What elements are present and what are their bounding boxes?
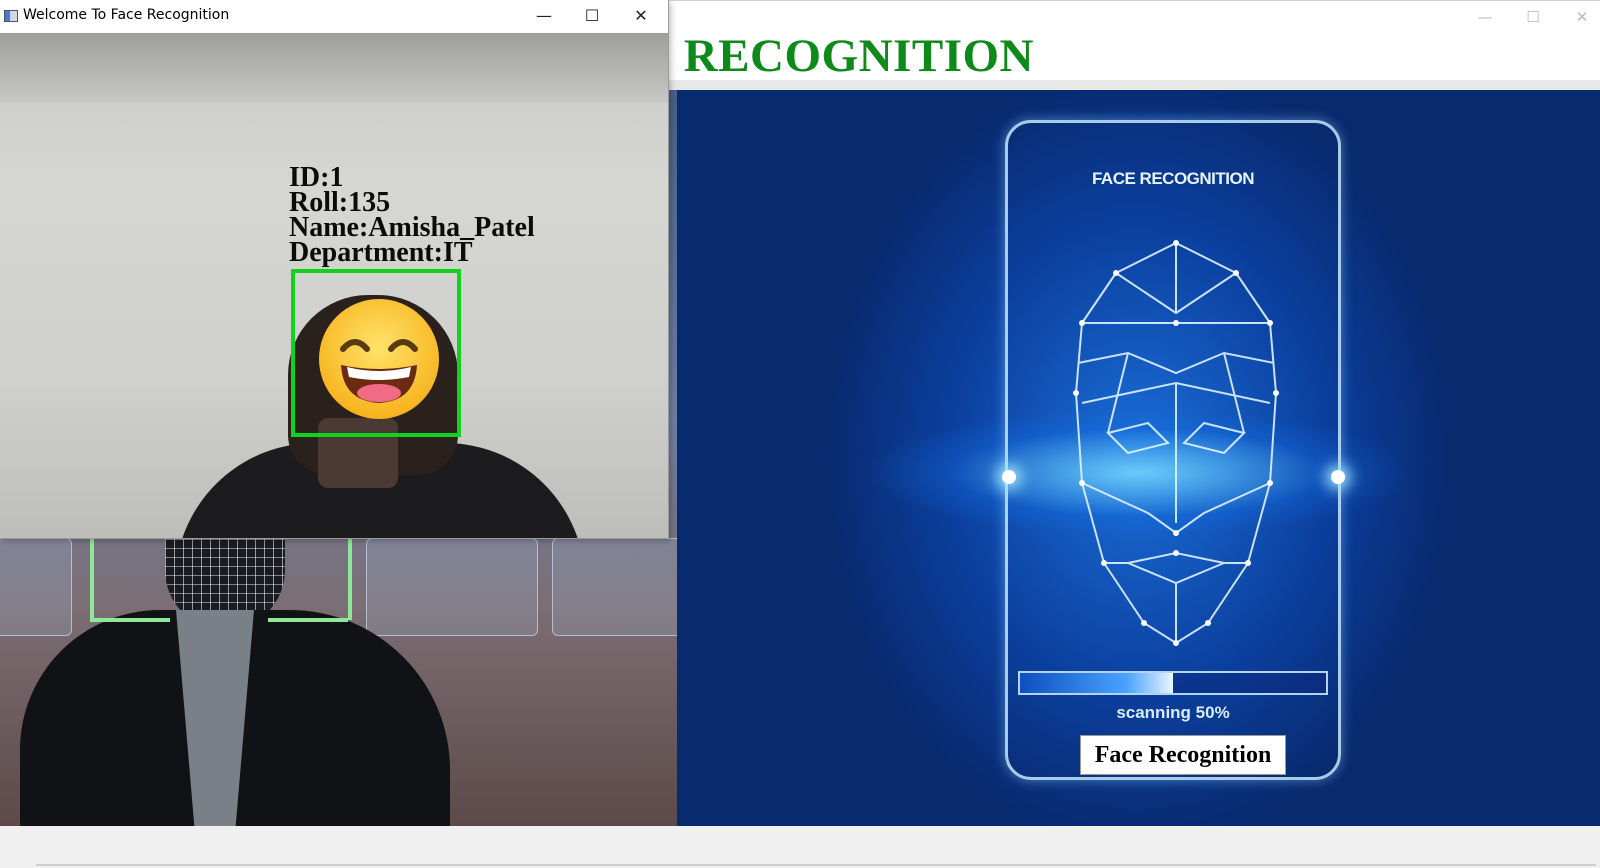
scan-bracket <box>348 530 352 620</box>
window-title: Welcome To Face Recognition <box>23 7 230 23</box>
maximize-button[interactable]: ☐ <box>575 5 609 27</box>
camera-feed: ID:1 Roll:135 Name:Amisha_Patel Departme… <box>0 33 668 538</box>
hud-panel <box>366 538 538 636</box>
close-button[interactable]: ✕ <box>624 5 658 27</box>
light-flare <box>1331 470 1345 484</box>
phone-label: FACE RECOGNITION <box>1091 169 1255 188</box>
scan-bracket <box>90 618 170 622</box>
scan-progress-bar <box>1018 671 1328 695</box>
camera-window[interactable]: Welcome To Face Recognition — ☐ ✕ ID:1 R… <box>0 0 669 539</box>
app-window-icon <box>4 10 18 22</box>
page-heading: E RECOGNITION <box>639 30 1034 82</box>
bottom-divider <box>36 864 1596 866</box>
scan-progress-fill <box>1020 673 1173 693</box>
camera-titlebar[interactable]: Welcome To Face Recognition — ☐ ✕ <box>0 0 668 33</box>
minimize-button[interactable]: — <box>527 5 561 27</box>
overlay-department: Department:IT <box>289 237 473 268</box>
recognition-overlay: ID:1 Roll:135 Name:Amisha_Patel Departme… <box>289 164 535 268</box>
phone-frame-image: FACE RECOGNITION scanning 50% Face Recog… <box>1005 120 1341 780</box>
hud-panel <box>0 538 72 636</box>
light-flare <box>1002 470 1016 484</box>
right-background-image: FACE RECOGNITION scanning 50% Face Recog… <box>677 90 1600 826</box>
bottom-strip <box>0 826 1600 868</box>
main-minimize-button[interactable]: — <box>1470 7 1500 27</box>
hud-panel <box>552 538 677 636</box>
ceiling-area <box>0 33 668 103</box>
grinning-face-emoji-icon <box>319 299 439 419</box>
scan-status-text: scanning 50% <box>1116 703 1230 722</box>
scan-bracket <box>268 618 348 622</box>
main-maximize-button[interactable]: ☐ <box>1518 7 1548 27</box>
face-recognition-button[interactable]: Face Recognition <box>1080 735 1286 775</box>
scan-bracket <box>90 530 94 620</box>
main-close-button[interactable]: ✕ <box>1567 7 1597 27</box>
